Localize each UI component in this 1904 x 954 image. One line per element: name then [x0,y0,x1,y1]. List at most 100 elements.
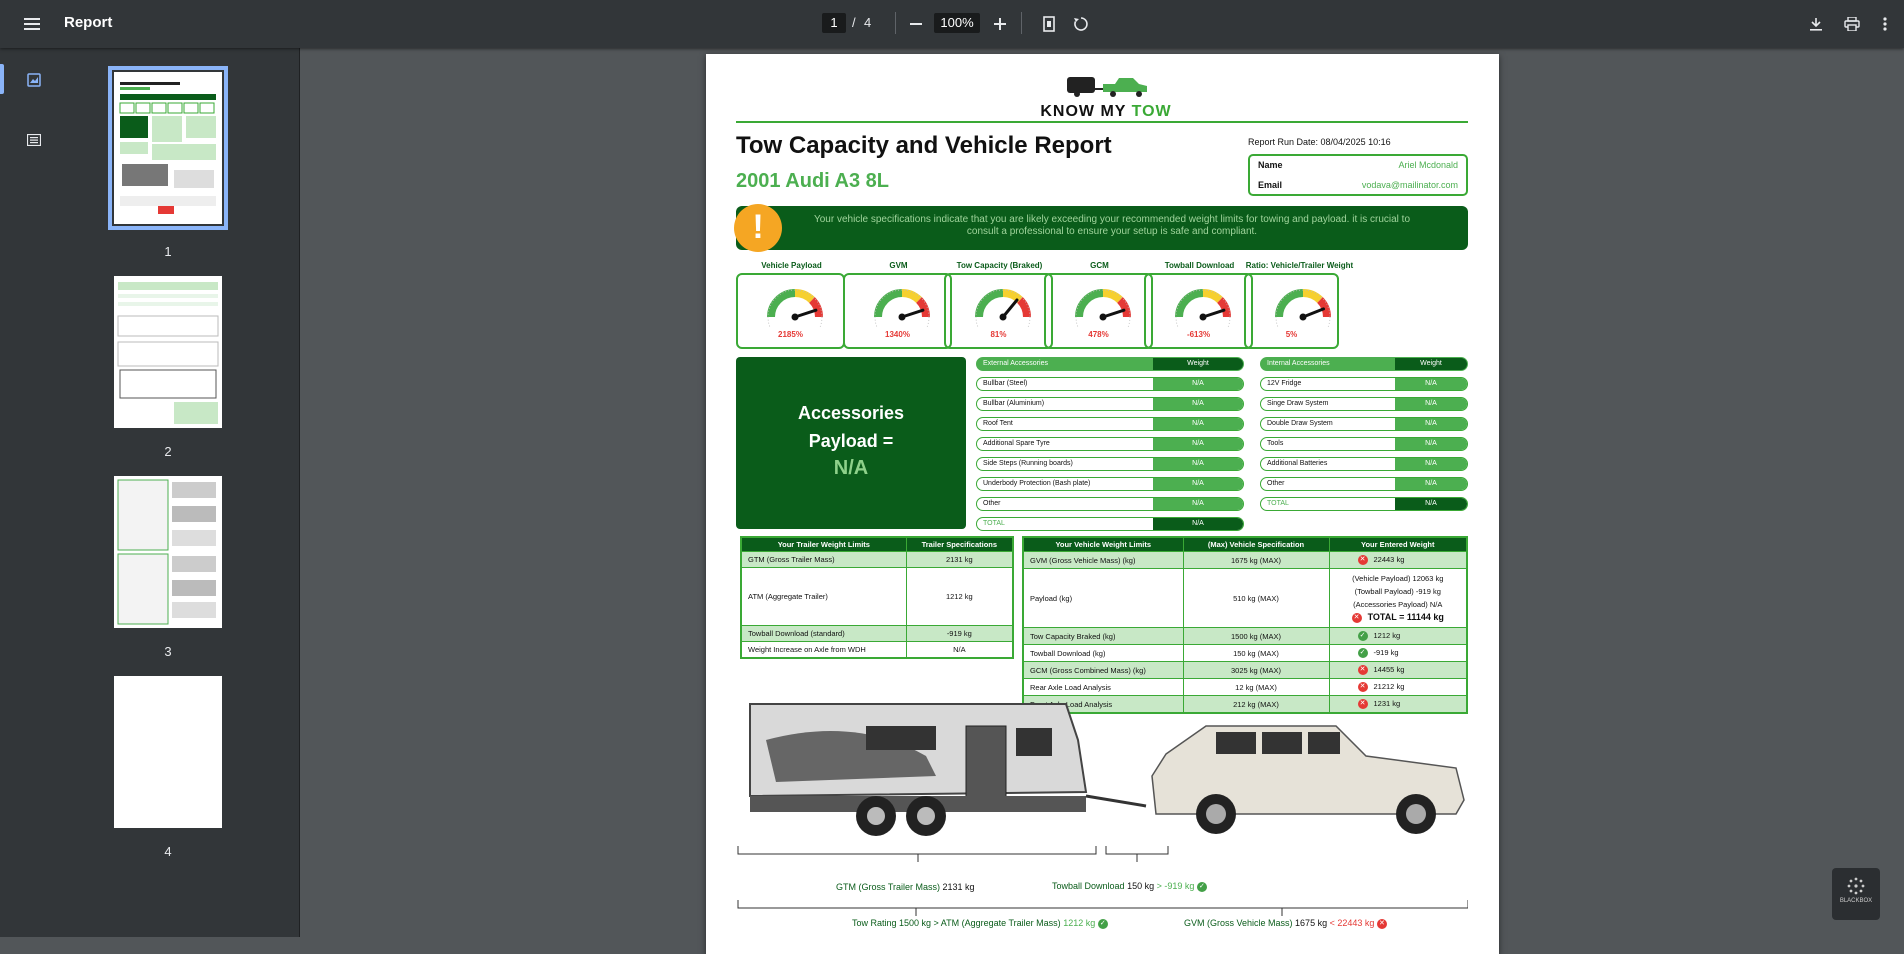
vehicle-name: 2001 Audi A3 8L [736,170,890,192]
table-row: Rear Axle Load Analysis 12 kg (MAX) ✕ 21212… [1022,678,1468,697]
zoom-out-button[interactable] [900,8,932,40]
zoom-in-button[interactable] [984,8,1016,40]
logo-text-accent: TOW [1131,103,1172,120]
gauge-value: 1340% [885,330,910,339]
entered-weight: -919 kg [1373,648,1399,658]
table-cell: GTM (Gross Trailer Mass) [740,551,907,568]
download-icon[interactable] [1800,8,1832,40]
accessory-row: Tools N/A [1260,437,1468,451]
gauge-widget: 2185% [736,273,845,349]
page-thumbnail-3[interactable] [114,476,222,628]
towball-annotation-value: 150 kg [1127,881,1155,891]
report-run-date: Report Run Date: 08/04/2025 10:16 [1248,137,1391,147]
trailer-table-header: Your Trailer Weight Limits [740,536,907,552]
table-cell: Payload (kg) [1022,568,1184,629]
accessory-name: Roof Tent [983,420,1013,427]
accessory-total-row: TOTAL N/A [976,517,1244,531]
accessory-header-row: External Accessories Weight [976,357,1244,371]
accessory-name: Bullbar (Aluminium) [983,400,1045,407]
know-my-tow-logo: KNOW MY TOW [1016,74,1196,121]
pdf-toolbar: Report 1 / 4 100% [0,0,1904,48]
gauge-value: 478% [1088,330,1109,339]
toolbar-divider [895,12,896,34]
gvm-annotation-compare: < 22443 kg [1329,918,1375,928]
pdf-page: KNOW MY TOW Tow Capacity and Vehicle Rep… [706,54,1499,954]
gauge-label: Towball Download [1164,261,1235,270]
gtm-annotation: GTM (Gross Trailer Mass) 2131 kg [836,882,975,892]
thumbnail-label: 1 [164,244,172,259]
page-number-input[interactable]: 1 [822,13,846,33]
accessory-weight: N/A [1153,418,1243,430]
external-accessories-table: External Accessories Weight Bullbar (Steel… [976,357,1244,537]
caravan-image [749,703,1147,836]
page-thumbnail-4[interactable] [114,676,222,828]
accessories-payload-value: N/A [833,457,869,479]
accessory-weight: N/A [1395,418,1467,430]
accessory-row: Additional Batteries N/A [1260,457,1468,471]
gauge-value: 2185% [778,330,803,339]
table-cell: Rear Axle Load Analysis [1022,678,1184,697]
accessory-row: Bullbar (Aluminium) N/A [976,397,1244,411]
blackbox-watermark-text: BLACKBOX [1839,898,1873,904]
fit-to-page-icon[interactable] [1033,8,1065,40]
table-cell: -919 kg [905,625,1014,642]
entered-weight: 22443 kg [1373,555,1405,564]
accessory-name: Bullbar (Steel) [983,380,1028,387]
sidebar-border [299,48,300,937]
gauge-widget: 81% [944,273,1053,349]
table-cell: ✕ 14455 kg [1328,661,1468,680]
name-value: Ariel Mcdonald [1398,160,1458,170]
gauge-dial [1175,288,1232,327]
table-cell: (Vehicle Payload) 12063 kg (Towball Paylo… [1328,568,1468,629]
gvm-annotation: GVM (Gross Vehicle Mass) 1675 kg < 22443… [1184,918,1393,929]
table-row: Payload (kg) 510 kg (MAX) (Vehicle Payload… [1022,568,1468,629]
gtm-annotation-label: GTM (Gross Trailer Mass) [836,882,941,892]
trailer-limits-table: Your Trailer Weight Limits Trailer Specif… [740,536,1014,659]
table-cell: 150 kg (MAX) [1182,644,1330,663]
accessories-payload-title: Accessories [797,403,905,423]
more-options-icon[interactable] [1869,8,1901,40]
accessory-row: Roof Tent N/A [976,417,1244,431]
gauge-label: Ratio: Vehicle/Trailer Weight [1245,261,1354,270]
print-icon[interactable] [1836,8,1868,40]
entered-weight: 14455 kg [1373,665,1405,675]
page-total: 4 [864,15,872,30]
accessory-name: Double Draw System [1267,420,1333,427]
table-cell: ATM (Aggregate Trailer) [740,567,907,626]
accessory-name: Other [983,500,1001,507]
menu-icon[interactable] [16,8,48,40]
gauge-dial [1075,288,1132,327]
gauge-value: 81% [990,330,1007,339]
vehicle-table-header: Your Vehicle Weight Limits [1022,536,1184,552]
accessory-row: Bullbar (Steel) N/A [976,377,1244,391]
table-cell: 1500 kg (MAX) [1182,627,1330,646]
gauge-value: 5% [1285,330,1298,339]
accessory-name: Underbody Protection (Bash plate) [983,480,1091,487]
thumbnail-label: 3 [164,644,172,659]
rotate-icon[interactable] [1065,8,1097,40]
table-cell: 3025 kg (MAX) [1182,661,1330,680]
report-title: Tow Capacity and Vehicle Report [736,132,1112,159]
accessory-row: Additional Spare Tyre N/A [976,437,1244,451]
payload-detail: (Towball Payload) -919 kg [1354,587,1441,597]
outline-view-icon[interactable] [18,124,50,156]
table-row: GTM (Gross Trailer Mass) 2131 kg [740,551,1014,568]
gauge-widget: 5% [1244,273,1339,349]
page-thumbnail-1[interactable] [108,66,228,230]
gauge-label: GVM [889,261,908,270]
table-cell: 12 kg (MAX) [1182,678,1330,697]
accessory-weight: N/A [1153,398,1243,410]
payload-detail: (Accessories Payload) N/A [1353,600,1443,610]
gauge-label: Tow Capacity (Braked) [956,261,1043,270]
table-cell: ✕ 22443 kg [1328,550,1468,570]
weight-header: Weight [1395,358,1467,370]
zoom-level-input[interactable]: 100% [934,13,980,33]
thumbnails-view-icon[interactable] [18,64,50,96]
tow-rating-value: 1212 kg [1063,918,1096,928]
accessory-header: External Accessories [983,360,1048,367]
page-separator: / [852,15,856,30]
page-thumbnail-2[interactable] [114,276,222,428]
vehicle-limits-table: Your Vehicle Weight Limits (Max) Vehicle … [1022,536,1468,715]
table-row: Weight Increase on Axle from WDH N/A [740,641,1014,659]
accessory-name: Additional Spare Tyre [983,440,1050,447]
